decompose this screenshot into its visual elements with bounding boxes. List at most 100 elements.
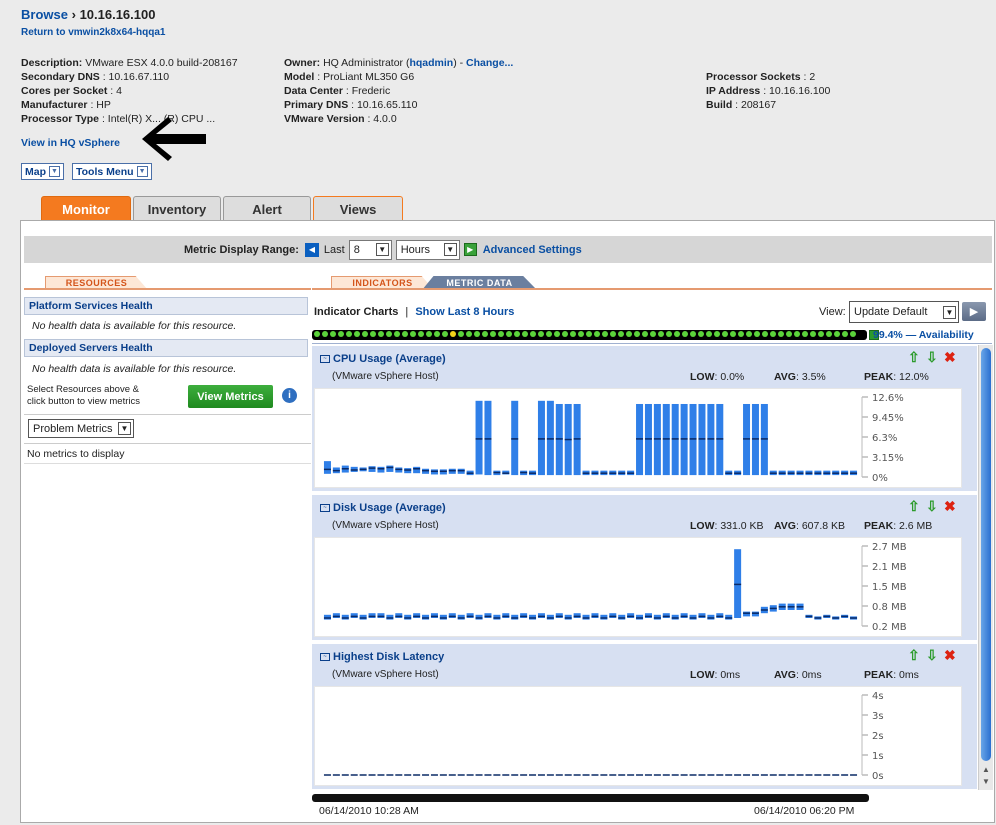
tab-monitor[interactable]: Monitor: [41, 196, 131, 222]
move-up-icon[interactable]: ⇧: [908, 647, 920, 664]
chart-bar[interactable]: [520, 613, 528, 618]
remove-chart-icon[interactable]: ✖: [944, 647, 956, 664]
chart-bar[interactable]: [332, 613, 340, 618]
remove-chart-icon[interactable]: ✖: [944, 349, 956, 366]
tab-alert[interactable]: Alert: [223, 196, 311, 222]
chart-title-row[interactable]: ~ Disk Usage (Average): [320, 502, 446, 514]
chart-title[interactable]: Disk Usage (Average): [333, 502, 446, 514]
chart-bar[interactable]: [341, 614, 349, 620]
scroll-down-icon[interactable]: ▼: [982, 777, 990, 786]
chart-bar[interactable]: [529, 614, 537, 620]
view-go-button[interactable]: ▶: [962, 302, 986, 321]
return-link[interactable]: Return to vmwin2k8x64-hqqa1: [21, 27, 165, 38]
view-in-vsphere-link[interactable]: View in HQ vSphere: [21, 137, 120, 149]
chart-bar[interactable]: [422, 614, 430, 620]
tab-views[interactable]: Views: [313, 196, 403, 222]
chart-bar[interactable]: [368, 466, 376, 472]
chart-bar[interactable]: [600, 614, 608, 620]
move-down-icon[interactable]: ⇩: [926, 349, 938, 366]
chart-bar[interactable]: [546, 400, 554, 476]
move-down-icon[interactable]: ⇩: [926, 647, 938, 664]
chart-bar[interactable]: [395, 613, 403, 618]
view-metrics-button[interactable]: View Metrics: [188, 385, 273, 408]
chart-bar[interactable]: [359, 614, 367, 620]
chart-bar[interactable]: [537, 400, 545, 476]
scroll-up-icon[interactable]: ▲: [982, 765, 990, 774]
chart-bar[interactable]: [636, 614, 644, 620]
owner-user-link[interactable]: hqadmin: [409, 57, 453, 69]
chart-bar[interactable]: [413, 613, 421, 618]
range-count-select[interactable]: 8 ▼: [348, 239, 392, 260]
remove-chart-icon[interactable]: ✖: [944, 498, 956, 515]
chart-bar[interactable]: [439, 614, 447, 620]
chart-bar[interactable]: [350, 613, 358, 618]
chart-bar[interactable]: [591, 613, 599, 618]
scrollbar-thumb[interactable]: [981, 348, 991, 761]
play-icon[interactable]: ▶: [463, 243, 477, 256]
problem-metrics-select[interactable]: Problem Metrics ▼: [28, 419, 134, 438]
platform-services-header[interactable]: Platform Services Health: [24, 297, 308, 315]
chart-bar[interactable]: [573, 613, 581, 618]
chart-bar[interactable]: [546, 614, 554, 620]
chart-bar[interactable]: [448, 613, 456, 618]
range-back-icon[interactable]: ◀: [304, 242, 319, 257]
chart-bar[interactable]: [644, 613, 652, 618]
chart-bar[interactable]: [368, 613, 376, 618]
move-down-icon[interactable]: ⇩: [926, 498, 938, 515]
chart-bar[interactable]: [457, 614, 465, 620]
chart-bar[interactable]: [689, 614, 697, 620]
move-up-icon[interactable]: ⇧: [908, 498, 920, 515]
chart-bar[interactable]: [582, 614, 590, 620]
chart-bar[interactable]: [511, 614, 519, 620]
availability-link[interactable]: 99.4% — Availability: [873, 329, 974, 341]
chart-bar[interactable]: [323, 614, 331, 620]
chart-bar[interactable]: [627, 613, 635, 618]
chart-bar[interactable]: [484, 400, 492, 476]
deployed-servers-header[interactable]: Deployed Servers Health: [24, 339, 308, 357]
chart-bar[interactable]: [475, 614, 483, 620]
chart-bar[interactable]: [743, 611, 751, 617]
info-icon[interactable]: i: [282, 388, 297, 403]
chart-bar[interactable]: [484, 613, 492, 618]
chart-bar[interactable]: [662, 613, 670, 618]
tab-inventory[interactable]: Inventory: [133, 196, 221, 222]
chart-bar[interactable]: [475, 400, 483, 475]
change-owner-link[interactable]: Change...: [466, 57, 513, 69]
chart-bar[interactable]: [564, 614, 572, 620]
chart-title[interactable]: CPU Usage (Average): [333, 353, 446, 365]
chart-bar[interactable]: [413, 466, 421, 474]
chart-bar[interactable]: [725, 614, 733, 620]
chart-title-row[interactable]: ~ CPU Usage (Average): [320, 353, 446, 365]
chart-bar[interactable]: [323, 461, 331, 474]
chart-bar[interactable]: [671, 614, 679, 620]
chart-bar[interactable]: [618, 614, 626, 620]
move-up-icon[interactable]: ⇧: [908, 349, 920, 366]
chart-bar[interactable]: [537, 613, 545, 618]
chart-bar[interactable]: [751, 611, 759, 617]
chart-bar[interactable]: [386, 465, 394, 472]
breadcrumb-browse-link[interactable]: Browse: [21, 7, 68, 22]
chart-bar[interactable]: [680, 613, 688, 618]
chart-bar[interactable]: [386, 614, 394, 620]
chart-bar[interactable]: [555, 613, 563, 618]
chart-title-row[interactable]: ~ Highest Disk Latency: [320, 651, 444, 663]
map-menu-button[interactable]: Map ▼: [21, 163, 64, 180]
chart-bar[interactable]: [716, 613, 724, 618]
chart-bar[interactable]: [609, 613, 617, 618]
scrollbar[interactable]: ▲ ▼: [978, 345, 993, 790]
chart-bar[interactable]: [377, 613, 385, 618]
chart-bar[interactable]: [466, 613, 474, 618]
chart-bar[interactable]: [734, 549, 742, 618]
chart-bar[interactable]: [493, 614, 501, 620]
chart-bar[interactable]: [502, 613, 510, 618]
chart-bar[interactable]: [707, 614, 715, 620]
chart-bar[interactable]: [511, 400, 519, 476]
range-unit-select[interactable]: Hours ▼: [395, 239, 460, 260]
tools-menu-button[interactable]: Tools Menu ▼: [72, 163, 152, 180]
show-last-link[interactable]: Show Last 8 Hours: [415, 306, 514, 318]
chart-bar[interactable]: [377, 466, 385, 473]
chart-bar[interactable]: [698, 613, 706, 618]
view-select[interactable]: Update Default ▼: [849, 301, 959, 323]
advanced-settings-link[interactable]: Advanced Settings: [483, 244, 582, 256]
chart-bar[interactable]: [653, 614, 661, 620]
